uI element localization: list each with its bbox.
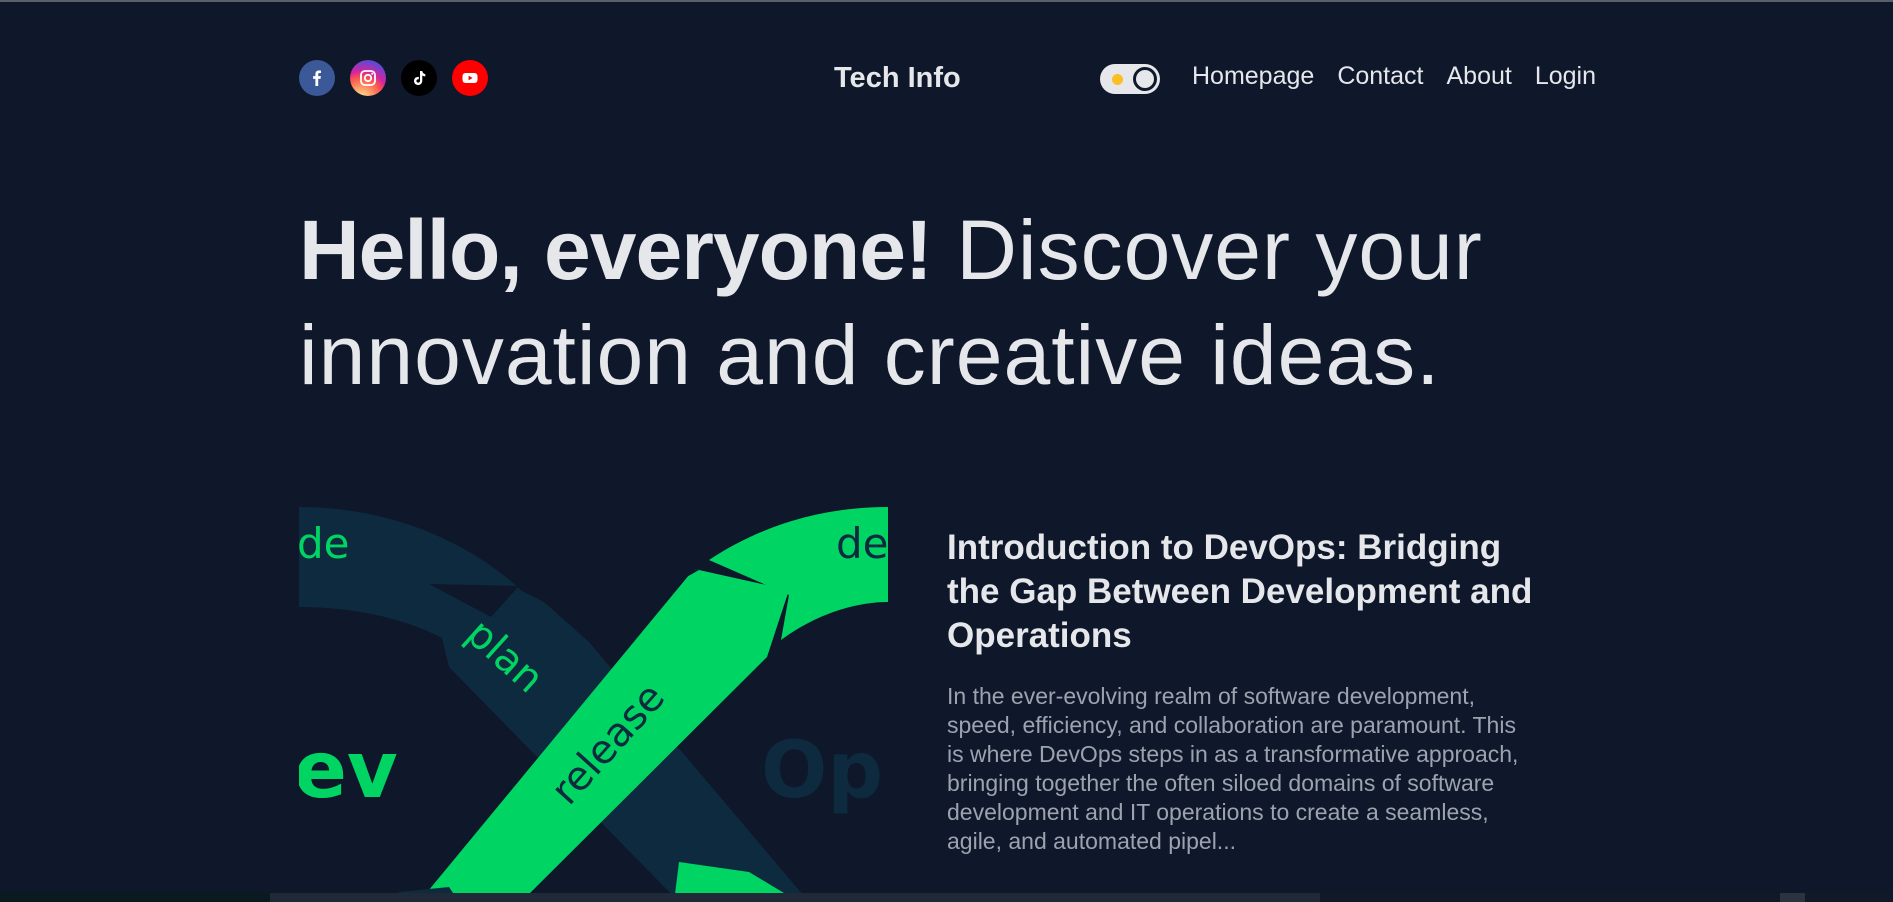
window-top-border (0, 0, 1893, 2)
nav-links: Homepage Contact About Login (1192, 62, 1596, 91)
article-excerpt: In the ever-evolving realm of software d… (947, 683, 1519, 854)
nav-link-contact[interactable]: Contact (1337, 62, 1423, 91)
navbar: Tech Info Homepage Contact About Login (299, 58, 1596, 100)
nav-link-about[interactable]: About (1446, 62, 1511, 91)
image-word-top-left: de (299, 519, 350, 568)
image-word-ops: Op (761, 726, 883, 816)
bottom-strip-left (0, 893, 270, 902)
nav-link-login[interactable]: Login (1535, 62, 1596, 91)
hero-heading: Hello, everyone! Discover your innovatio… (299, 198, 1629, 408)
tiktok-icon[interactable] (401, 60, 437, 96)
instagram-icon[interactable] (350, 60, 386, 96)
social-links (299, 60, 488, 96)
image-word-dev: ev (299, 726, 398, 816)
hero-bold-text: Hello, everyone! (299, 203, 933, 297)
bottom-scroll-area (0, 893, 1893, 902)
sun-icon (1112, 74, 1123, 85)
bottom-strip-middle (270, 893, 1320, 902)
youtube-icon[interactable] (452, 60, 488, 96)
nav-link-homepage[interactable]: Homepage (1192, 62, 1314, 91)
theme-toggle[interactable] (1100, 64, 1160, 94)
facebook-icon[interactable] (299, 60, 335, 96)
article-title[interactable]: Introduction to DevOps: Bridging the Gap… (947, 526, 1547, 658)
bottom-strip-right (1780, 893, 1805, 902)
toggle-knob (1133, 67, 1157, 91)
article-image[interactable]: de de plan release ev Op (299, 507, 888, 902)
image-word-top-right: de (836, 519, 888, 568)
site-brand[interactable]: Tech Info (834, 62, 961, 95)
